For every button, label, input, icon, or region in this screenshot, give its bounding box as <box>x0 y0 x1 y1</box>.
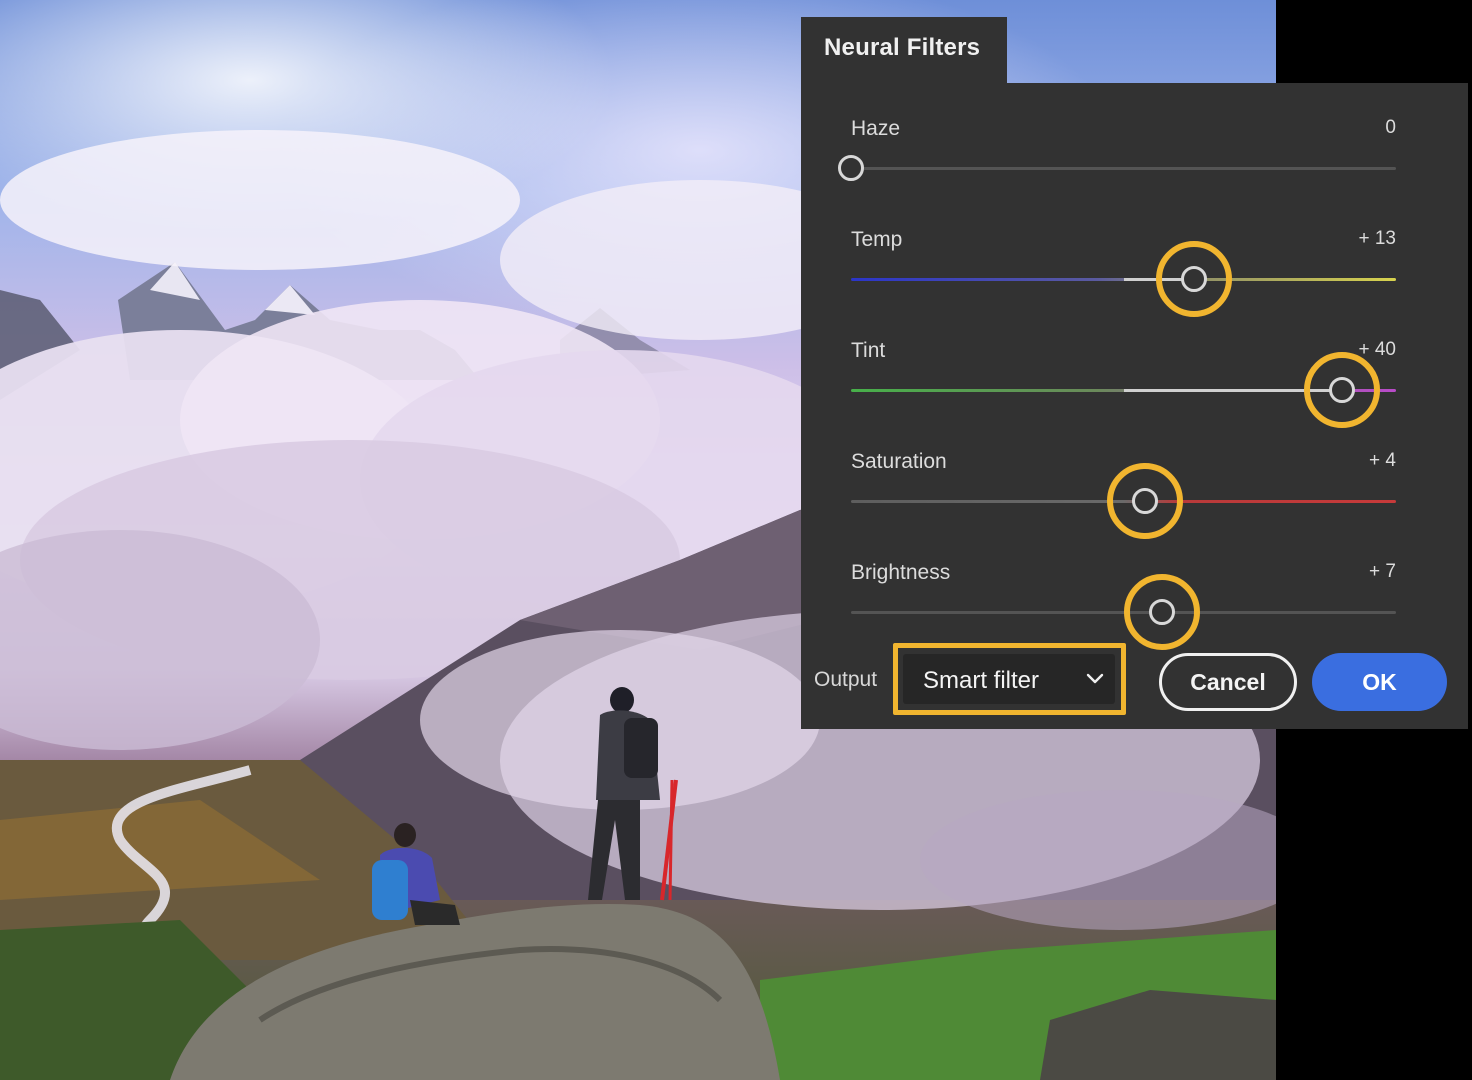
slider-value: + 40 <box>1358 339 1396 360</box>
slider-value: + 13 <box>1358 228 1396 249</box>
slider-row-brightness: Brightness + 7 <box>851 537 1396 650</box>
slider-row-saturation: Saturation + 4 <box>851 426 1396 539</box>
slider-label: Brightness <box>851 561 951 584</box>
panel-title: Neural Filters <box>824 34 981 61</box>
slider-track[interactable] <box>851 167 1396 170</box>
slider-row-tint: Tint + 40 <box>851 315 1396 428</box>
slider-track[interactable] <box>851 278 1396 281</box>
output-label: Output <box>814 668 878 691</box>
slider-thumb[interactable] <box>1148 599 1175 625</box>
neural-filters-tab[interactable]: Neural Filters <box>801 17 1007 83</box>
slider-label: Temp <box>851 228 903 251</box>
ok-button[interactable]: OK <box>1312 653 1447 711</box>
slider-value: + 4 <box>1369 450 1396 471</box>
slider-row-temp: Temp + 13 <box>851 204 1396 317</box>
slider-thumb[interactable] <box>1328 377 1355 403</box>
slider-label: Saturation <box>851 450 947 473</box>
slider-value: + 7 <box>1369 561 1396 582</box>
slider-label: Haze <box>851 117 901 140</box>
output-dropdown[interactable]: Smart filter <box>903 654 1115 704</box>
slider-row-haze: Haze 0 <box>838 93 1396 203</box>
chevron-down-icon <box>1085 668 1105 696</box>
slider-value: 0 <box>1385 117 1396 138</box>
slider-label: Tint <box>851 339 886 362</box>
slider-thumb[interactable] <box>838 155 864 181</box>
cancel-button[interactable]: Cancel <box>1159 653 1297 711</box>
neural-filters-panel: Haze 0 Temp + 13 Tint + 40 Saturation + 4 Bright… <box>801 83 1468 729</box>
output-dropdown-value: Smart filter <box>923 667 1040 694</box>
